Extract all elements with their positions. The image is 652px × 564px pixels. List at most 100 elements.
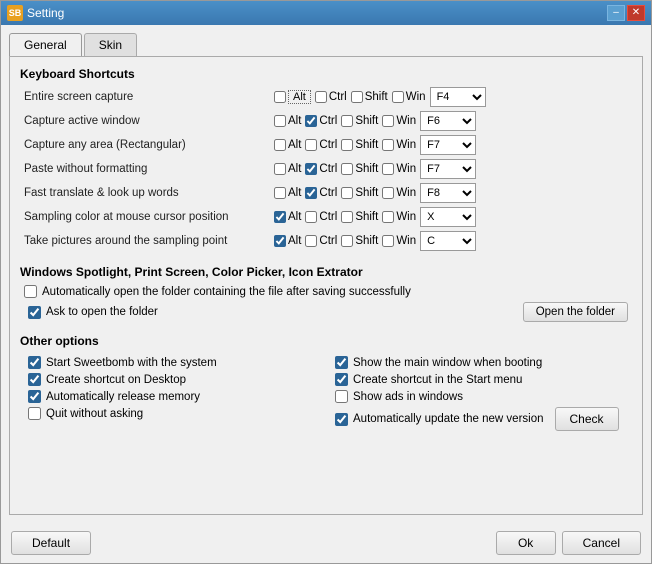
other-opt-right-3: Automatically update the new version Che… <box>331 405 628 433</box>
checkbox-shift-0[interactable] <box>351 91 363 103</box>
checkbox-create-start-menu[interactable] <box>335 373 348 386</box>
shortcut-row-2: Capture any area (Rectangular) Alt Ctrl <box>20 133 632 157</box>
checkbox-ctrl-5[interactable] <box>305 211 317 223</box>
checkbox-ctrl-4[interactable] <box>305 187 317 199</box>
checkbox-win-1[interactable] <box>382 115 394 127</box>
checkbox-start-system[interactable] <box>28 356 41 369</box>
checkbox-create-shortcut[interactable] <box>28 373 41 386</box>
ctrl-label-6: Ctrl <box>319 235 337 247</box>
bottom-bar: Default Ok Cancel <box>1 523 651 563</box>
tab-skin[interactable]: Skin <box>84 33 137 56</box>
checkbox-alt-0[interactable] <box>274 91 286 103</box>
close-button[interactable]: ✕ <box>627 5 645 21</box>
mod-win-3: Win <box>382 163 416 175</box>
mod-shift-5: Shift <box>341 211 378 223</box>
checkbox-win-4[interactable] <box>382 187 394 199</box>
spotlight-section-title: Windows Spotlight, Print Screen, Color P… <box>20 265 632 279</box>
checkbox-win-2[interactable] <box>382 139 394 151</box>
ctrl-label-5: Ctrl <box>319 211 337 223</box>
key-select-1[interactable]: F6F4F5F7F8 <box>420 111 476 131</box>
checkbox-alt-1[interactable] <box>274 115 286 127</box>
ctrl-label-4: Ctrl <box>319 187 337 199</box>
mod-ctrl-2: Ctrl <box>305 139 337 151</box>
key-select-0[interactable]: F4F5F6F7F8 <box>430 87 486 107</box>
mod-ctrl-5: Ctrl <box>305 211 337 223</box>
open-folder-button[interactable]: Open the folder <box>523 302 628 322</box>
checkbox-alt-4[interactable] <box>274 187 286 199</box>
checkbox-alt-6[interactable] <box>274 235 286 247</box>
mod-win-5: Win <box>382 211 416 223</box>
other-options-left: Start Sweetbomb with the system Create s… <box>24 354 321 433</box>
checkbox-ask-open[interactable] <box>28 306 41 319</box>
checkbox-quit-no-ask[interactable] <box>28 407 41 420</box>
auto-open-label: Automatically open the folder containing… <box>42 286 411 298</box>
checkbox-alt-3[interactable] <box>274 163 286 175</box>
tab-bar: General Skin <box>9 33 643 56</box>
checkbox-show-main-window[interactable] <box>335 356 348 369</box>
other-opt-right-1: Create shortcut in the Start menu <box>331 371 628 388</box>
alt-label-2: Alt <box>288 139 301 151</box>
checkbox-win-6[interactable] <box>382 235 394 247</box>
key-select-5[interactable]: XABC <box>420 207 476 227</box>
key-select-6[interactable]: CABX <box>420 231 476 251</box>
checkbox-win-3[interactable] <box>382 163 394 175</box>
check-button[interactable]: Check <box>555 407 619 431</box>
checkbox-shift-4[interactable] <box>341 187 353 199</box>
mod-ctrl-0: Ctrl <box>315 91 347 103</box>
mod-ctrl-3: Ctrl <box>305 163 337 175</box>
keyboard-shortcuts-section: Keyboard Shortcuts Entire screen capture… <box>20 67 632 253</box>
checkbox-ctrl-3[interactable] <box>305 163 317 175</box>
mod-win-1: Win <box>382 115 416 127</box>
key-select-4[interactable]: F8F4F5F6F7 <box>420 183 476 203</box>
mod-alt-6: Alt <box>274 235 301 247</box>
other-opt-left-1: Create shortcut on Desktop <box>24 371 321 388</box>
ctrl-label-1: Ctrl <box>319 115 337 127</box>
checkbox-win-0[interactable] <box>392 91 404 103</box>
checkbox-ctrl-1[interactable] <box>305 115 317 127</box>
default-button[interactable]: Default <box>11 531 91 555</box>
shortcut-modifiers-0: Alt Ctrl Shift Win <box>274 87 628 107</box>
cancel-button[interactable]: Cancel <box>562 531 641 555</box>
mod-shift-3: Shift <box>341 163 378 175</box>
app-icon: SB <box>7 5 23 21</box>
mod-shift-0: Shift <box>351 91 388 103</box>
checkbox-ctrl-2[interactable] <box>305 139 317 151</box>
start-system-label: Start Sweetbomb with the system <box>46 357 217 369</box>
window-title: Setting <box>27 6 64 20</box>
win-label-2: Win <box>396 139 416 151</box>
checkbox-release-memory[interactable] <box>28 390 41 403</box>
mod-shift-1: Shift <box>341 115 378 127</box>
checkbox-win-5[interactable] <box>382 211 394 223</box>
tab-general[interactable]: General <box>9 33 82 56</box>
checkbox-shift-6[interactable] <box>341 235 353 247</box>
auto-update-label: Automatically update the new version <box>353 413 544 425</box>
checkbox-auto-update[interactable] <box>335 413 348 426</box>
checkbox-show-ads[interactable] <box>335 390 348 403</box>
spotlight-option-0: Automatically open the folder containing… <box>20 283 632 300</box>
checkbox-shift-3[interactable] <box>341 163 353 175</box>
checkbox-auto-open[interactable] <box>24 285 37 298</box>
minimize-button[interactable]: – <box>607 5 625 21</box>
checkbox-alt-2[interactable] <box>274 139 286 151</box>
mod-ctrl-6: Ctrl <box>305 235 337 247</box>
mod-shift-6: Shift <box>341 235 378 247</box>
shortcut-label-4: Fast translate & look up words <box>24 187 274 199</box>
key-select-3[interactable]: F7F4F5F6F8 <box>420 159 476 179</box>
key-select-2[interactable]: F7F4F5F6F8 <box>420 135 476 155</box>
checkbox-alt-5[interactable] <box>274 211 286 223</box>
checkbox-ctrl-0[interactable] <box>315 91 327 103</box>
window-content: General Skin Keyboard Shortcuts Entire s… <box>1 25 651 523</box>
ctrl-label-2: Ctrl <box>319 139 337 151</box>
shortcut-modifiers-1: Alt Ctrl Shift Win <box>274 111 628 131</box>
checkbox-shift-1[interactable] <box>341 115 353 127</box>
checkbox-shift-2[interactable] <box>341 139 353 151</box>
shortcut-label-5: Sampling color at mouse cursor position <box>24 211 274 223</box>
shortcut-row-4: Fast translate & look up words Alt Ctrl <box>20 181 632 205</box>
checkbox-ctrl-6[interactable] <box>305 235 317 247</box>
ok-button[interactable]: Ok <box>496 531 556 555</box>
show-ads-label: Show ads in windows <box>353 391 463 403</box>
mod-alt-2: Alt <box>274 139 301 151</box>
create-start-menu-label: Create shortcut in the Start menu <box>353 374 522 386</box>
checkbox-shift-5[interactable] <box>341 211 353 223</box>
alt-label-3: Alt <box>288 163 301 175</box>
